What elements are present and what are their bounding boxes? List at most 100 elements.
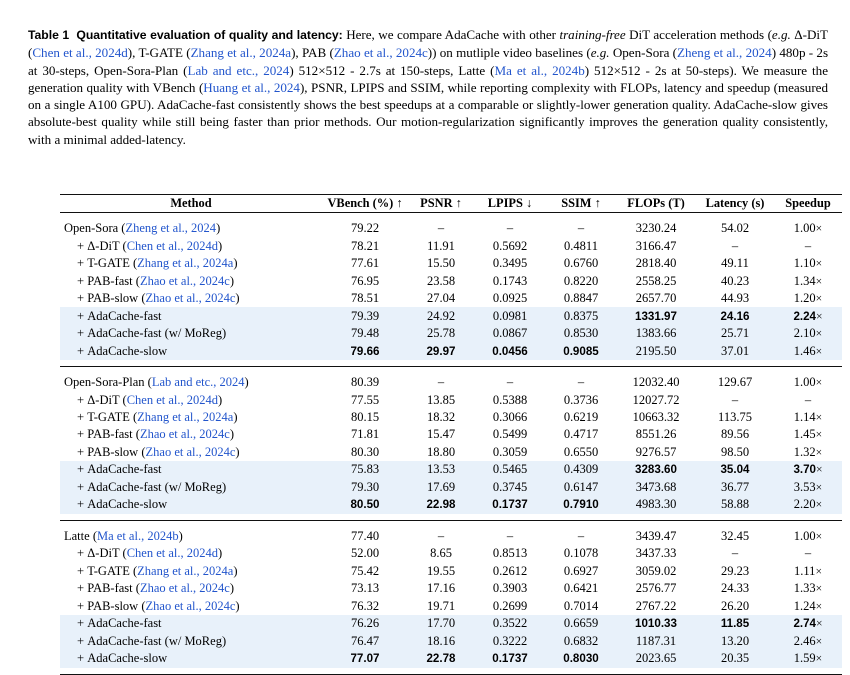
citation[interactable]: Ma et al., 2024b (97, 529, 179, 543)
method-name: Δ-DiT (87, 392, 120, 407)
citation[interactable]: Huang et al., 2024 (203, 80, 300, 95)
cell-method: + AdaCache-slow (60, 496, 322, 514)
method-name: PAB-slow (87, 598, 139, 613)
cell-psnr: 18.16 (408, 632, 474, 651)
citation[interactable]: Lab and etc., 2024 (152, 375, 245, 389)
method-name: AdaCache-fast (87, 462, 162, 477)
table-row: + AdaCache-slow 77.07 22.78 0.1737 0.8030 202… (60, 650, 842, 668)
caption-label: Table 1 (28, 28, 70, 42)
table-row: Latte (Ma et al., 2024b) 77.40 – – – 3439.47 3… (60, 528, 842, 545)
cell-flops: 2558.25 (635, 273, 677, 288)
citation[interactable]: Zheng et al., 2024 (125, 221, 216, 235)
citation[interactable]: Zhao et al., 2024c (146, 599, 236, 613)
citation[interactable]: Zhang et al., 2024a (137, 256, 233, 270)
caption-title: Quantitative evaluation of quality and l… (76, 28, 343, 42)
cell-vbench: 79.30 (322, 478, 408, 497)
cell-latency: 32.45 (720, 528, 750, 543)
plus-sign: + (77, 273, 88, 288)
citation[interactable]: Chen et al., 2024d (127, 546, 218, 560)
cell-lpips: – (506, 375, 514, 390)
cell-latency: 58.88 (696, 496, 774, 514)
results-table: Method VBench (%) ↑ PSNR ↑ LPIPS ↓ SSIM ↑ FLO… (60, 194, 842, 675)
citation[interactable]: Zhang et al., 2024a (137, 564, 233, 578)
cell-psnr: 19.55 (426, 563, 456, 578)
cell-lpips: 0.3066 (492, 409, 528, 424)
table-row: + Δ-DiT (Chen et al., 2024d) 77.55 13.85 0.… (60, 391, 842, 408)
plus-sign: + (77, 256, 88, 271)
table-row: + Δ-DiT (Chen et al., 2024d) 52.00 8.65 0.8… (60, 545, 842, 562)
cell-vbench: 79.48 (322, 324, 408, 343)
cell-flops: 2023.65 (616, 650, 696, 668)
cell-lpips: 0.2612 (492, 563, 528, 578)
plus-sign: + (77, 651, 88, 666)
cell-lpips: 0.0456 (474, 342, 546, 360)
cell-lpips: 0.3522 (474, 615, 546, 633)
cell-method: + AdaCache-fast (60, 615, 322, 633)
cell-method: + AdaCache-slow (60, 342, 322, 360)
table-gap (60, 367, 842, 374)
cell-flops: 3437.33 (635, 546, 677, 561)
table-row: + AdaCache-fast (w/ MoReg) 76.47 18.16 0.32… (60, 632, 842, 651)
cell-speedup: 1.20× (793, 291, 823, 306)
column-header-ssim: SSIM ↑ (561, 196, 601, 210)
cell-flops: 8551.26 (635, 427, 677, 442)
cell-speedup: 2.46× (774, 632, 842, 651)
method-name: T-GATE (87, 409, 130, 424)
cell-ssim: 0.6147 (546, 478, 616, 497)
cell-method: + PAB-fast (Zhao et al., 2024c) (77, 427, 235, 442)
cell-latency: 13.20 (696, 632, 774, 651)
cell-method: Open-Sora-Plan (Lab and etc., 2024) (64, 375, 249, 390)
method-name: Δ-DiT (87, 238, 120, 253)
table-row: + T-GATE (Zhang et al., 2024a) 77.61 15.50… (60, 255, 842, 272)
citation[interactable]: Chen et al., 2024d (127, 239, 218, 253)
citation[interactable]: Lab and etc., 2024 (187, 63, 289, 78)
method-name: Open-Sora (64, 221, 119, 236)
cell-psnr: – (437, 375, 445, 390)
plus-sign: + (77, 326, 88, 341)
cell-vbench: 80.39 (350, 375, 380, 390)
cell-speedup: 1.32× (793, 444, 823, 459)
cell-vbench: 71.81 (350, 427, 380, 442)
cell-ssim: 0.4811 (564, 238, 598, 253)
citation[interactable]: Zhao et al., 2024c (140, 581, 230, 595)
cell-latency: 54.02 (720, 221, 750, 236)
citation[interactable]: Zhao et al., 2024c (140, 427, 230, 441)
cell-ssim: 0.8847 (563, 291, 599, 306)
citation[interactable]: Zheng et al., 2024 (677, 45, 772, 60)
citation[interactable]: Chen et al., 2024d (127, 393, 218, 407)
cell-latency: 29.23 (720, 563, 750, 578)
cell-vbench: 79.66 (322, 342, 408, 360)
cell-speedup: 2.74× (774, 615, 842, 633)
cell-vbench: 80.15 (350, 409, 380, 424)
citation[interactable]: Zhang et al., 2024a (191, 45, 292, 60)
method-name: PAB-fast (87, 581, 133, 596)
citation[interactable]: Zhao et al., 2024c (140, 274, 230, 288)
cell-psnr: 17.16 (426, 581, 456, 596)
citation[interactable]: Zhang et al., 2024a (137, 410, 233, 424)
method-name: Latte (64, 528, 90, 543)
plus-sign: + (77, 616, 88, 631)
cell-latency: 24.16 (696, 307, 774, 325)
cell-lpips: – (506, 221, 514, 236)
cell-speedup: 3.53× (774, 478, 842, 497)
cell-vbench: 79.39 (322, 307, 408, 325)
emphasis: training-free (559, 27, 626, 42)
cell-vbench: 77.55 (350, 392, 380, 407)
cell-speedup: 1.34× (793, 273, 823, 288)
plus-sign: + (77, 633, 88, 648)
table-row: + PAB-slow (Zhao et al., 2024c) 80.30 18.8… (60, 444, 842, 461)
citation[interactable]: Ma et al., 2024b (494, 63, 584, 78)
plus-sign: + (77, 581, 88, 596)
cell-flops: 2767.22 (635, 598, 677, 613)
table-gap (60, 213, 842, 220)
citation[interactable]: Chen et al., 2024d (32, 45, 127, 60)
citation[interactable]: Zhao et al., 2024c (334, 45, 428, 60)
cell-vbench: 77.61 (350, 256, 380, 271)
cell-method: Latte (Ma et al., 2024b) (64, 528, 183, 543)
citation[interactable]: Zhao et al., 2024c (146, 291, 236, 305)
cell-flops: 2195.50 (616, 342, 696, 360)
cell-vbench: 78.51 (350, 291, 380, 306)
plus-sign: + (77, 462, 88, 477)
citation[interactable]: Zhao et al., 2024c (146, 445, 236, 459)
cell-vbench: 80.50 (322, 496, 408, 514)
